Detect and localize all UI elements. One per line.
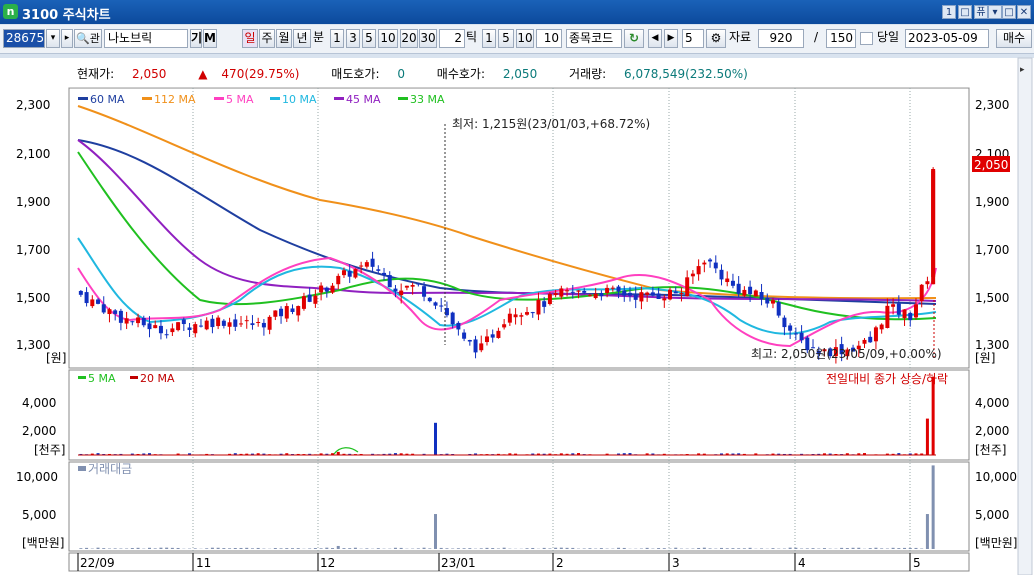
data-count-select[interactable]: 920 [758,29,804,48]
data-slash: / [814,30,819,44]
minute-20-button[interactable]: 20 [400,29,418,48]
period-month-button[interactable]: 월 [276,29,292,48]
tick-10-button[interactable]: 10 [516,29,534,48]
period-day-button[interactable]: 일 [242,29,258,48]
up-arrow-icon: ▲ [198,67,208,81]
code-search-field[interactable]: 종목코드 [566,29,622,48]
minute-30-button[interactable]: 30 [419,29,437,48]
minute-3-button[interactable]: 3 [346,29,360,48]
link-button[interactable]: 퓨 [974,5,988,19]
bid-value: 2,050 [502,67,538,81]
close-icon[interactable]: ✕ [1017,5,1031,19]
period-year-button[interactable]: 년 [293,29,311,48]
ki-button[interactable]: 기 [190,29,202,48]
maximize-icon[interactable]: □ [1002,5,1016,19]
tick-custom-input[interactable]: 10 [536,29,562,48]
copy-window-icon[interactable]: □ [958,5,972,19]
tick-count-input[interactable]: 2 [439,29,465,48]
data-label: 자료 [729,30,752,44]
quote-info-bar: 현재가: 2,050 ▲ 470(29.75%) 매도호가: 0 매수호가: 2,… [69,63,969,88]
tick-label: 틱 [466,30,478,44]
data-total-input[interactable]: 150 [826,29,856,48]
tick-5-button[interactable]: 5 [498,29,514,48]
ask-label: 매도호가: [331,67,380,81]
date-picker[interactable]: 2023-05-09 [905,29,989,48]
price-change: 470(29.75%) [221,67,300,81]
period-week-button[interactable]: 주 [259,29,275,48]
app-logo-icon: n [3,4,18,19]
today-checkbox[interactable] [860,32,873,45]
next-arrow-icon[interactable]: ▶ [664,29,678,48]
bid-label: 매수호가: [436,67,486,81]
volume-label: 거래량: [569,67,607,81]
prev-arrow-icon[interactable]: ◀ [648,29,662,48]
refresh-icon[interactable]: ↻ [624,29,644,48]
minute-5-button[interactable]: 5 [362,29,376,48]
minute-label: 분 [313,30,325,44]
minute-1-button[interactable]: 1 [330,29,344,48]
volume-value: 6,078,549(232.50%) [624,67,748,81]
chart-toolbar: 286750 ▾ ▸ 🔍관 나노브릭 기 M 일 주 월 년 분 1 3 5 1… [0,25,1034,54]
settings-gear-icon[interactable]: ⚙ [706,29,726,48]
step-input[interactable]: 5 [682,29,704,48]
stock-name-field[interactable]: 나노브릭 [104,29,188,48]
minute-10-button[interactable]: 10 [378,29,398,48]
screen-number-button[interactable]: 1 [942,5,956,19]
m-button[interactable]: M [203,29,217,48]
tick-1-button[interactable]: 1 [482,29,496,48]
stock-code-input[interactable]: 286750 [3,29,45,48]
today-label: 당일 [877,30,900,44]
chart-area [0,58,1034,575]
price-label: 현재가: [77,67,115,81]
ask-value: 0 [397,67,405,81]
window-title: 3100 주식차트 [22,8,111,23]
search-button[interactable]: 🔍관 [74,29,102,48]
current-price: 2,050 [132,67,167,81]
next-stock-icon[interactable]: ▸ [61,29,73,48]
menu-dropdown-icon[interactable]: ▾ [988,5,1002,19]
buy-button[interactable]: 매수 [996,29,1032,48]
window-titlebar: n 3100 주식차트 1 □ 퓨 ▾ □ ✕ [0,0,1034,24]
code-dropdown-icon[interactable]: ▾ [46,29,60,48]
